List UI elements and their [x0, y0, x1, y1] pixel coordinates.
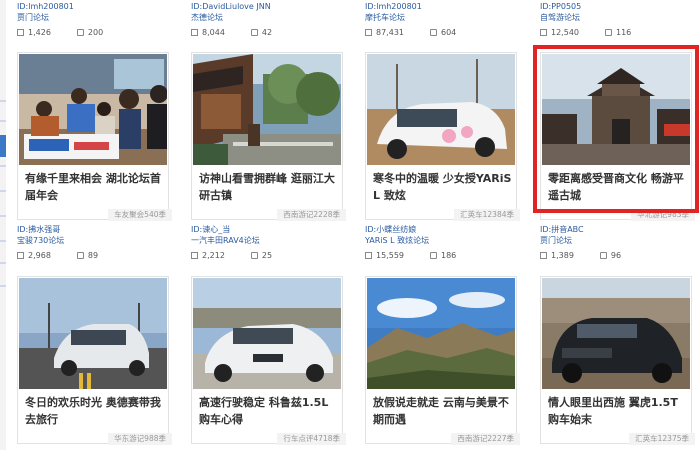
reply-icon — [599, 252, 607, 259]
post-photo[interactable] — [367, 278, 515, 389]
reply-icon — [76, 252, 84, 259]
left-sidebar-edge — [0, 0, 6, 450]
forum-link[interactable]: 宝骏730论坛 — [17, 235, 169, 246]
selection-highlight — [533, 45, 699, 213]
reply-icon — [250, 252, 258, 259]
post-meta: ID:小蝶丝纺娘 YARiS L 致炫论坛 15,559 186 — [365, 224, 517, 261]
reply-icon — [605, 29, 612, 36]
views-count: 8,044 — [202, 28, 225, 37]
reply-count: 89 — [87, 251, 99, 260]
reply-icon — [430, 252, 437, 259]
views-icon — [17, 252, 24, 259]
author-id-link[interactable]: ID:拼音ABC — [540, 224, 692, 235]
forum-link[interactable]: 贾门论坛 — [540, 235, 692, 246]
post-photo[interactable] — [193, 54, 341, 165]
views-count: 2,968 — [28, 251, 51, 260]
post-meta: ID:谏心_当 一汽丰田RAV4论坛 2,212 25 — [191, 224, 343, 261]
post-card[interactable]: 放假说走就走 云南与美景不期而遇 西南游记2227季 — [365, 276, 520, 445]
reply-count: 604 — [441, 28, 457, 37]
sidebar-divider — [0, 165, 6, 167]
sidebar-divider — [0, 100, 6, 102]
views-icon — [540, 29, 547, 36]
post-title[interactable]: 高速行驶稳定 科鲁兹1.5L购车心得 — [199, 394, 339, 428]
reply-count: 200 — [87, 28, 104, 37]
reply-count: 96 — [610, 251, 622, 260]
post-title[interactable]: 访神山看雪拥群峰 逛丽江大研古镇 — [199, 170, 339, 204]
post-meta: ID:拼音ABC 贾门论坛 1,389 96 — [540, 224, 692, 261]
post-title[interactable]: 有缘千里来相会 湖北论坛首届年会 — [25, 170, 165, 204]
views-icon — [540, 252, 547, 259]
category-tag: 汇英车12375季 — [629, 433, 695, 445]
post-photo[interactable] — [367, 54, 515, 165]
category-tag: 车友聚会540季 — [108, 209, 172, 221]
post-card[interactable]: 访神山看雪拥群峰 逛丽江大研古镇 西南游记2228季 — [191, 52, 346, 221]
views-icon — [365, 252, 372, 259]
sidebar-divider — [0, 120, 6, 122]
views-count: 87,431 — [376, 28, 404, 37]
views-count: 1,426 — [28, 28, 51, 37]
sidebar-active-marker — [0, 135, 6, 157]
sidebar-divider — [0, 215, 6, 217]
post-meta: ID:拂水强哥 宝骏730论坛 2,968 89 — [17, 224, 169, 261]
post-photo[interactable] — [19, 54, 167, 165]
post-title[interactable]: 寒冬中的温暖 少女授YARiS L 致炫 — [373, 170, 513, 204]
forum-link[interactable]: 摩托车论坛 — [365, 12, 517, 23]
sidebar-divider — [0, 190, 6, 192]
author-id-link[interactable]: ID:小蝶丝纺娘 — [365, 224, 517, 235]
post-photo[interactable] — [542, 278, 690, 389]
reply-icon — [76, 29, 84, 36]
author-id-link[interactable]: ID:lmh200801 — [365, 1, 517, 12]
post-card[interactable]: 冬日的欢乐时光 奥德赛带我去旅行 华东游记988季 — [17, 276, 172, 445]
category-tag: 汇英车12384季 — [454, 209, 520, 221]
post-card[interactable]: 高速行驶稳定 科鲁兹1.5L购车心得 行车点评4718季 — [191, 276, 346, 445]
sidebar-divider — [0, 285, 6, 287]
reply-count: 116 — [616, 28, 632, 37]
category-tag: 华东游记988季 — [108, 433, 172, 445]
category-tag: 西南游记2228季 — [277, 209, 346, 221]
post-meta: ID:lmh200801 贾门论坛 1,426 200 — [17, 1, 169, 38]
views-icon — [17, 29, 24, 36]
views-count: 2,212 — [202, 251, 225, 260]
post-title[interactable]: 放假说走就走 云南与美景不期而遇 — [373, 394, 513, 428]
views-icon — [191, 252, 198, 259]
author-id-link[interactable]: ID:DavidLiulove JNN — [191, 1, 343, 12]
views-icon — [191, 29, 198, 36]
author-id-link[interactable]: ID:拂水强哥 — [17, 224, 169, 235]
post-title[interactable]: 情人眼里出西施 翼虎1.5T购车始末 — [548, 394, 688, 428]
forum-link[interactable]: 自驾游论坛 — [540, 12, 692, 23]
reply-icon — [430, 29, 437, 36]
post-photo[interactable] — [193, 278, 341, 389]
reply-count: 25 — [261, 251, 273, 260]
post-meta: ID:lmh200801 摩托车论坛 87,431 604 — [365, 1, 517, 38]
post-meta: ID:PP0505 自驾游论坛 12,540 116 — [540, 1, 692, 38]
views-count: 1,389 — [551, 251, 574, 260]
post-title[interactable]: 冬日的欢乐时光 奥德赛带我去旅行 — [25, 394, 165, 428]
forum-link[interactable]: 贾门论坛 — [17, 12, 169, 23]
forum-link[interactable]: 杰德论坛 — [191, 12, 343, 23]
views-count: 12,540 — [551, 28, 579, 37]
author-id-link[interactable]: ID:lmh200801 — [17, 1, 169, 12]
author-id-link[interactable]: ID:谏心_当 — [191, 224, 343, 235]
reply-icon — [250, 29, 258, 36]
reply-count: 186 — [441, 251, 457, 260]
post-photo[interactable] — [19, 278, 167, 389]
author-id-link[interactable]: ID:PP0505 — [540, 1, 692, 12]
post-card[interactable]: 寒冬中的温暖 少女授YARiS L 致炫 汇英车12384季 — [365, 52, 520, 221]
views-count: 15,559 — [376, 251, 404, 260]
category-tag: 西南游记2227季 — [451, 433, 520, 445]
post-card[interactable]: 情人眼里出西施 翼虎1.5T购车始末 汇英车12375季 — [540, 276, 695, 445]
reply-count: 42 — [261, 28, 273, 37]
post-meta: ID:DavidLiulove JNN 杰德论坛 8,044 42 — [191, 1, 343, 38]
forum-link[interactable]: YARiS L 致炫论坛 — [365, 235, 517, 246]
sidebar-divider — [0, 262, 6, 264]
category-tag: 行车点评4718季 — [277, 433, 346, 445]
sidebar-divider — [0, 240, 6, 242]
post-card[interactable]: 有缘千里来相会 湖北论坛首届年会 车友聚会540季 — [17, 52, 172, 221]
views-icon — [365, 29, 372, 36]
forum-link[interactable]: 一汽丰田RAV4论坛 — [191, 235, 343, 246]
